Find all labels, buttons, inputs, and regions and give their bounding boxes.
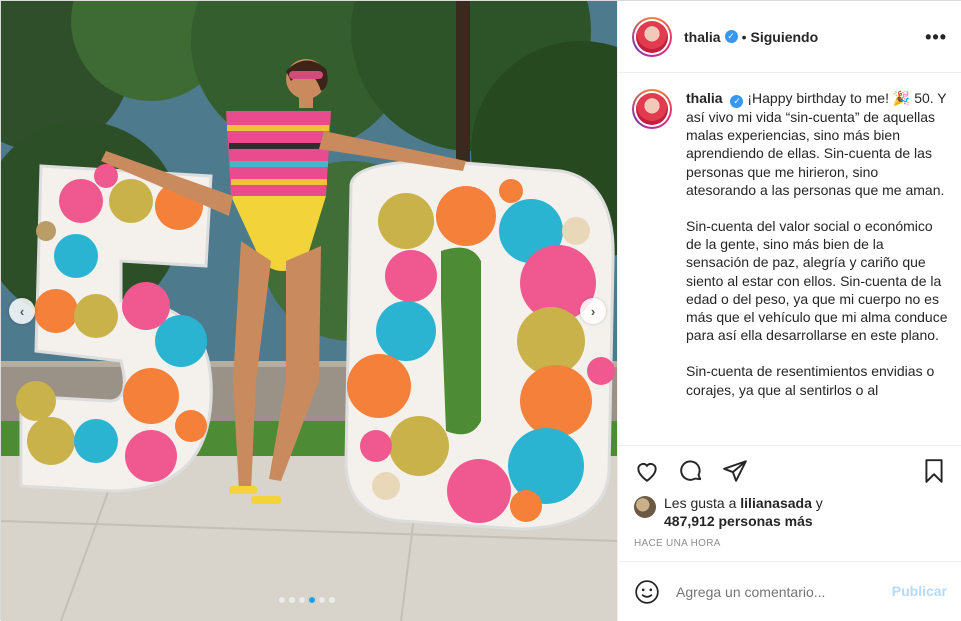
carousel-dot (329, 597, 335, 603)
liker-username[interactable]: lilianasada (740, 495, 812, 511)
share-icon[interactable] (722, 458, 748, 484)
previous-slide-button[interactable]: ‹ (9, 298, 35, 324)
carousel-dot (319, 597, 325, 603)
carousel-dot (289, 597, 295, 603)
likes-connector: y (811, 495, 823, 511)
likes-prefix: Les gusta a (664, 495, 741, 511)
emoji-icon[interactable] (634, 579, 660, 605)
carousel-dot-active (309, 597, 315, 603)
likes-count[interactable]: 487,912 personas más (664, 513, 813, 529)
photo-illustration (1, 1, 617, 621)
following-button[interactable]: Siguiendo (750, 29, 818, 45)
carousel-dot (279, 597, 285, 603)
liker-avatar[interactable] (634, 496, 656, 518)
carousel-indicator (279, 597, 335, 603)
username-link[interactable]: thalia (684, 29, 721, 45)
next-slide-button[interactable]: › (580, 298, 606, 324)
caption-paragraph: ¡Happy birthday to me! 🎉 50. Y así vivo … (686, 90, 947, 198)
chevron-right-icon: › (590, 303, 596, 319)
post-header: thalia ✓ • Siguiendo ••• (618, 1, 961, 73)
caption-username[interactable]: thalia (686, 90, 723, 106)
post-dialog: ‹ › thalia ✓ • Siguiendo ••• thalia ✓ ¡H… (0, 0, 961, 621)
more-options-icon[interactable]: ••• (925, 27, 947, 48)
caption-paragraph: Sin-cuenta de resentimientos envidias o … (686, 363, 935, 398)
carousel-dot (299, 597, 305, 603)
heart-icon[interactable] (634, 458, 660, 484)
comments-section[interactable]: thalia ✓ ¡Happy birthday to me! 🎉 50. Y … (618, 73, 961, 445)
verified-badge-icon: ✓ (724, 30, 738, 43)
comment-icon[interactable] (678, 458, 704, 484)
caption-paragraph: Sin-cuenta del valor social o económico … (686, 218, 948, 344)
avatar[interactable] (632, 16, 672, 57)
post-photo[interactable]: ‹ › (1, 1, 617, 621)
chevron-left-icon: ‹ (19, 303, 25, 319)
separator: • (741, 28, 747, 45)
post-side-panel: thalia ✓ • Siguiendo ••• thalia ✓ ¡Happy… (617, 1, 961, 621)
publish-button[interactable]: Publicar (892, 583, 947, 599)
post-caption: thalia ✓ ¡Happy birthday to me! 🎉 50. Y … (686, 89, 948, 445)
likes-summary: Les gusta a lilianasada y 487,912 person… (634, 494, 823, 530)
avatar[interactable] (632, 89, 672, 129)
add-comment-bar: Publicar (618, 561, 961, 621)
post-timestamp[interactable]: HACE UNA HORA (634, 538, 721, 549)
verified-badge-icon: ✓ (730, 95, 744, 108)
comment-input[interactable] (676, 583, 886, 600)
bookmark-icon[interactable] (921, 458, 947, 484)
